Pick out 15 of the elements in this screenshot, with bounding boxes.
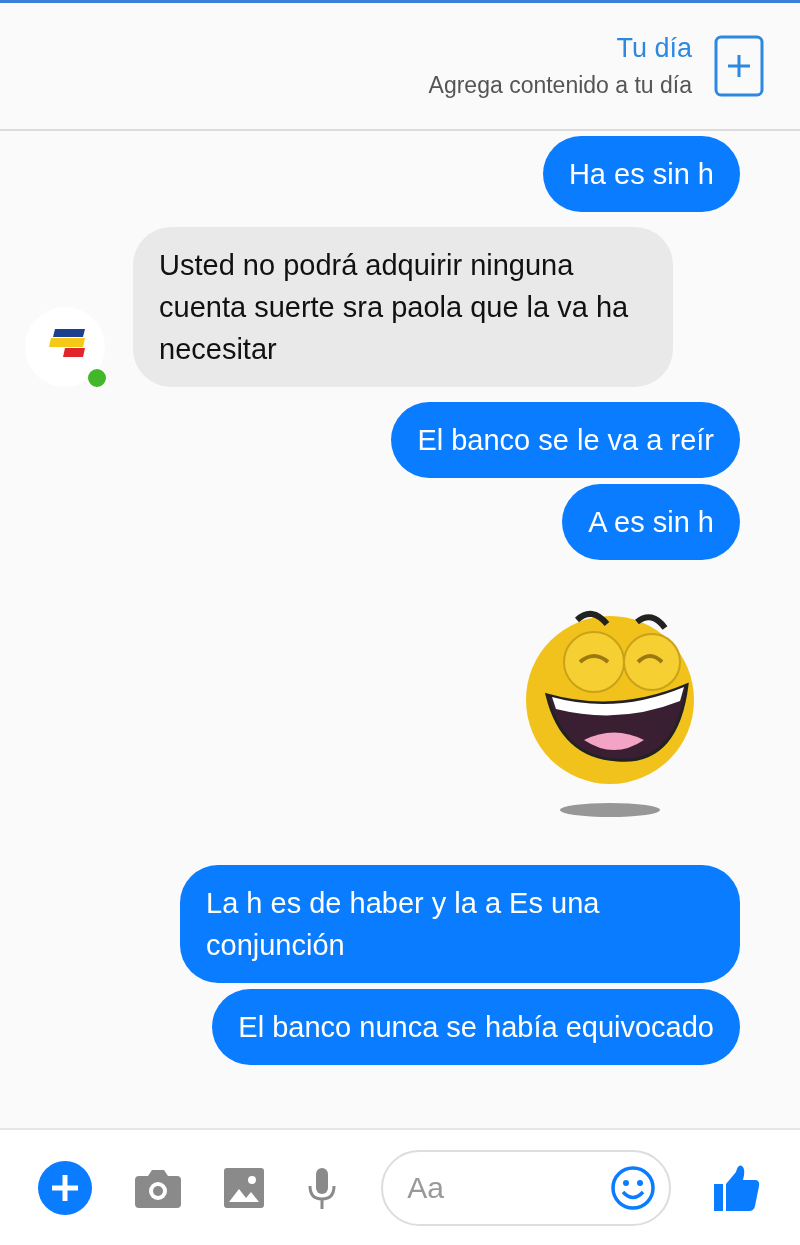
story-title[interactable]: Tu día bbox=[616, 33, 692, 64]
sent-message: El banco nunca se había equivocado bbox=[212, 989, 740, 1065]
image-icon[interactable] bbox=[223, 1167, 264, 1208]
add-story-icon[interactable] bbox=[714, 35, 764, 97]
sent-message: El banco se le va a reír bbox=[391, 402, 740, 478]
message-input-field[interactable]: Aa bbox=[381, 1149, 672, 1226]
sent-message: A es sin h bbox=[562, 484, 740, 560]
sent-message: Ha es sin h bbox=[542, 136, 740, 212]
emoji-icon[interactable] bbox=[610, 1164, 657, 1211]
thumbs-up-icon[interactable] bbox=[714, 1163, 760, 1212]
sent-message: La h es de haber y la a Es una conjunción bbox=[180, 865, 740, 983]
add-icon[interactable] bbox=[38, 1160, 92, 1215]
camera-icon[interactable] bbox=[134, 1167, 181, 1208]
story-subtitle: Agrega contenido a tu día bbox=[428, 72, 692, 99]
received-message: Usted no podrá adquirir ninguna cuenta suerte sra paola que la va ha necesitar bbox=[133, 227, 673, 387]
